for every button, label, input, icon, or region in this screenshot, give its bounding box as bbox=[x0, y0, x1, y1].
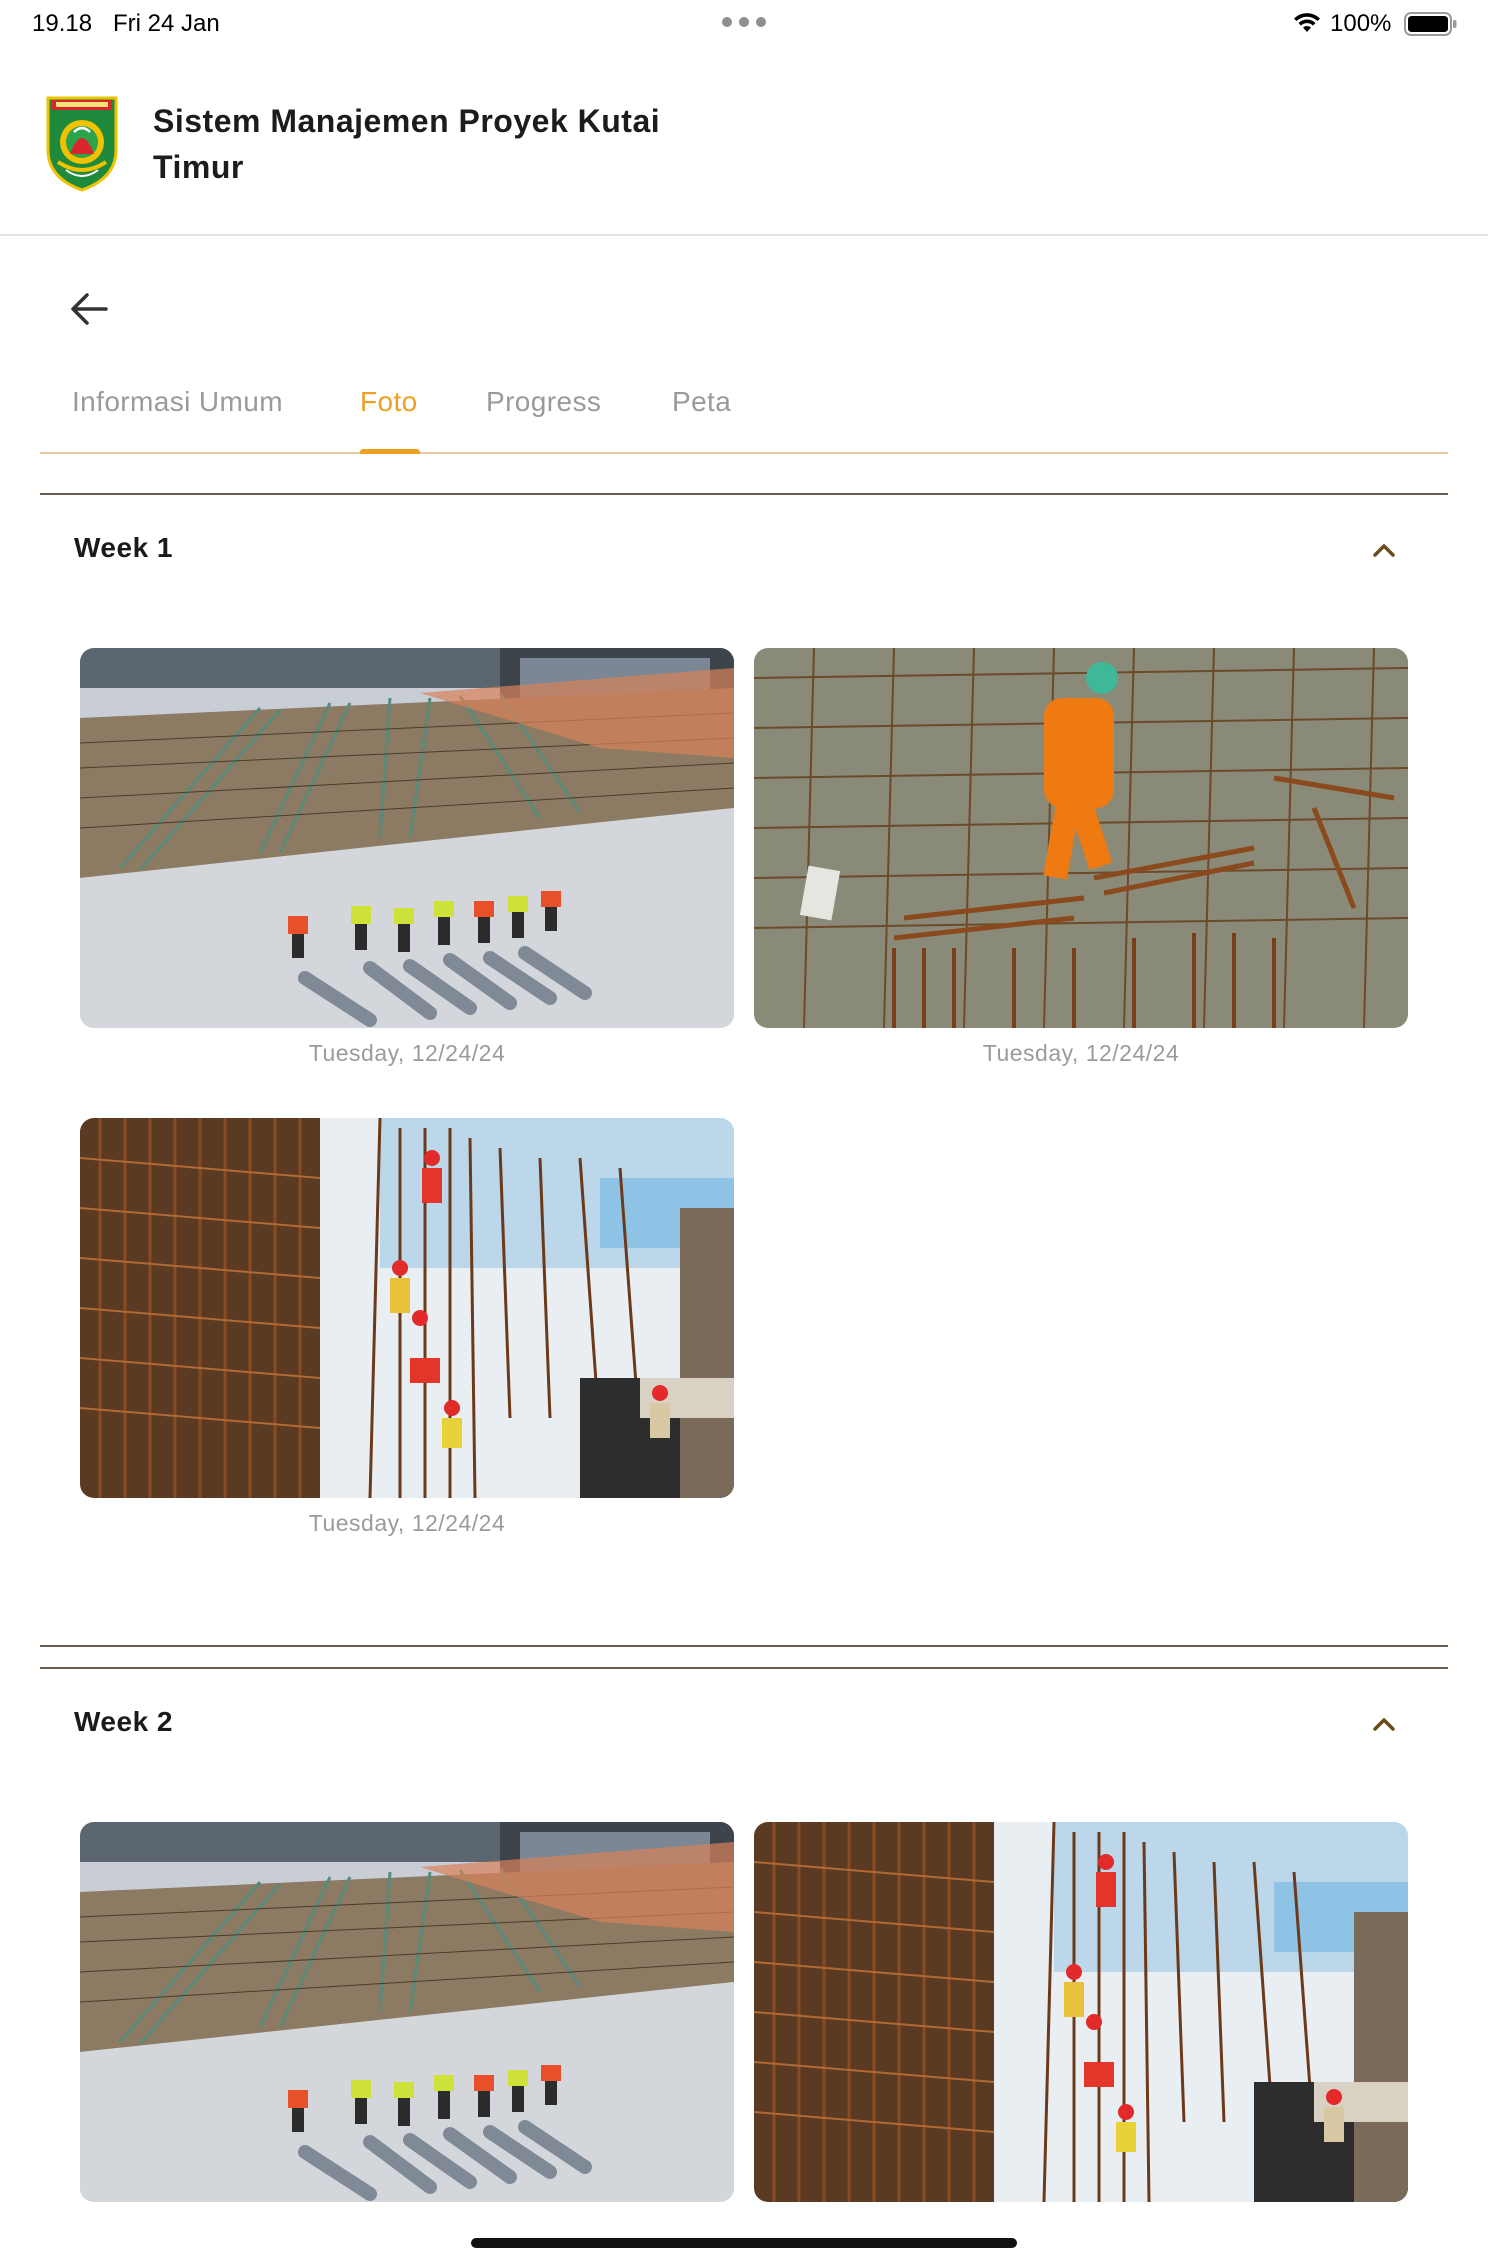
tab-label: Progress bbox=[486, 386, 602, 417]
tab-bar: Informasi Umum Foto Progress Peta bbox=[40, 372, 1448, 454]
arrow-left-icon bbox=[71, 293, 108, 325]
tab-label: Foto bbox=[360, 386, 418, 417]
tab-peta[interactable]: Peta bbox=[672, 386, 731, 452]
photo-card[interactable]: Tuesday, 12/24/24 bbox=[80, 648, 734, 1067]
section-title: Week 1 bbox=[74, 532, 173, 563]
section-divider bbox=[40, 493, 1448, 495]
photo-card[interactable]: Tuesday, 12/24/24 bbox=[754, 648, 1408, 1067]
chevron-up-icon[interactable] bbox=[1370, 536, 1398, 564]
section-divider bbox=[40, 1667, 1448, 1669]
status-time: 19.18 bbox=[32, 10, 93, 37]
section-divider bbox=[40, 1645, 1448, 1647]
photo-date: Tuesday, 12/24/24 bbox=[308, 1040, 506, 1066]
chevron-up-icon[interactable] bbox=[1370, 1710, 1398, 1738]
photo-rebar-column-workers[interactable] bbox=[754, 1822, 1408, 2202]
back-button[interactable] bbox=[62, 286, 116, 332]
battery-icon bbox=[1404, 12, 1457, 36]
tab-foto[interactable]: Foto bbox=[360, 386, 418, 452]
tab-label: Peta bbox=[672, 386, 732, 417]
photo-construction-site-overhead[interactable] bbox=[80, 1822, 734, 2202]
battery-percent: 100% bbox=[1330, 10, 1392, 37]
status-bar: 19.18 Fri 24 Jan 100% bbox=[0, 0, 1488, 48]
photo-card[interactable] bbox=[754, 1822, 1408, 2202]
photo-card[interactable] bbox=[80, 1822, 734, 2202]
section-header-week-2[interactable]: Week 2 bbox=[40, 1686, 1448, 1766]
photo-card[interactable]: Tuesday, 12/24/24 bbox=[80, 1118, 734, 1537]
photo-date: Tuesday, 12/24/24 bbox=[982, 1040, 1180, 1066]
tab-label: Informasi Umum bbox=[72, 386, 283, 417]
app-title: Sistem Manajemen Proyek Kutai Timur bbox=[153, 103, 661, 185]
active-tab-indicator bbox=[360, 449, 420, 454]
photo-construction-site-overhead[interactable] bbox=[80, 648, 734, 1028]
photo-rebar-column-workers[interactable] bbox=[80, 1118, 734, 1498]
wifi-icon bbox=[1294, 13, 1320, 32]
tab-informasi-umum[interactable]: Informasi Umum bbox=[72, 386, 283, 452]
photo-worker-on-rebar[interactable] bbox=[754, 648, 1408, 1028]
photo-date: Tuesday, 12/24/24 bbox=[308, 1510, 506, 1536]
section-title: Week 2 bbox=[74, 1706, 173, 1737]
section-header-week-1[interactable]: Week 1 bbox=[40, 512, 1448, 592]
app-header: Sistem Manajemen Proyek Kutai Timur bbox=[0, 48, 1488, 236]
home-indicator[interactable] bbox=[471, 2238, 1017, 2248]
multitasking-dots-icon[interactable] bbox=[722, 17, 766, 27]
kutai-timur-emblem-logo bbox=[46, 96, 118, 192]
tab-progress[interactable]: Progress bbox=[486, 386, 601, 452]
status-date: Fri 24 Jan bbox=[113, 10, 220, 37]
